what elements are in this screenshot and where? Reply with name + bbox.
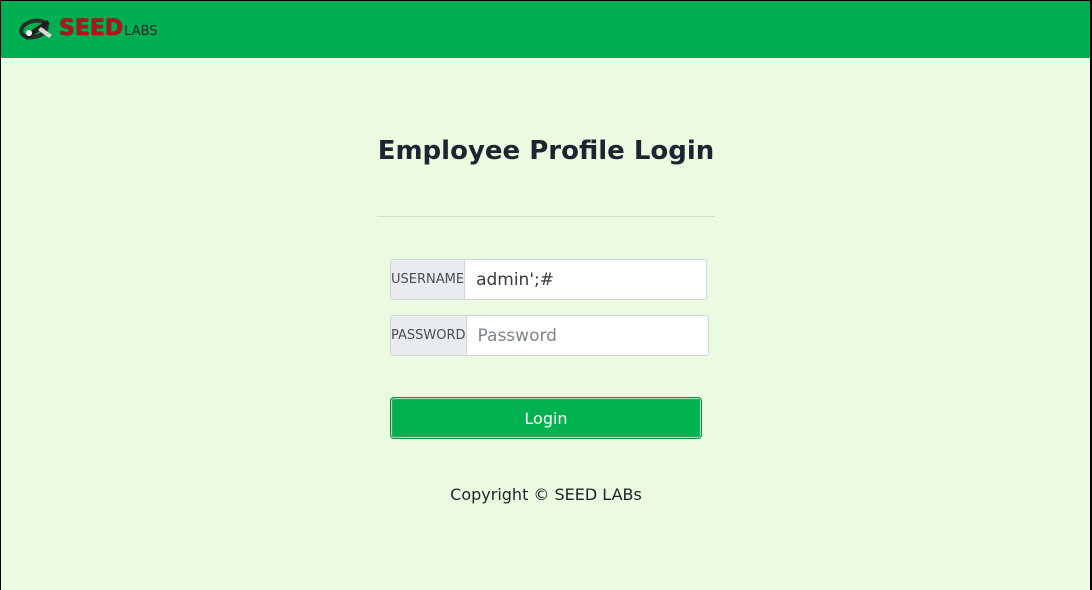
password-field-group: PASSWORD (390, 315, 709, 356)
password-input[interactable] (465, 315, 709, 356)
logo-wordmark: SEED LABS (59, 18, 158, 40)
username-label: USERNAME (390, 259, 465, 300)
password-label: PASSWORD (390, 315, 466, 356)
title-divider (377, 216, 715, 217)
login-button[interactable]: Login (390, 397, 702, 439)
logo-text-labs: LABS (124, 24, 158, 39)
navbar: SEED LABS (1, 1, 1090, 58)
seed-labs-logo[interactable]: SEED LABS (17, 12, 158, 46)
username-input[interactable] (464, 259, 708, 300)
page-title: Employee Profile Login (377, 136, 715, 166)
page: SEED LABS Employee Profile Login USERNAM… (1, 1, 1090, 590)
seed-labs-logo-icon (17, 15, 59, 43)
copyright-text: Copyright © SEED LABs (450, 485, 642, 504)
logo-text-seed: SEED (59, 16, 124, 41)
username-field-group: USERNAME (390, 259, 708, 300)
